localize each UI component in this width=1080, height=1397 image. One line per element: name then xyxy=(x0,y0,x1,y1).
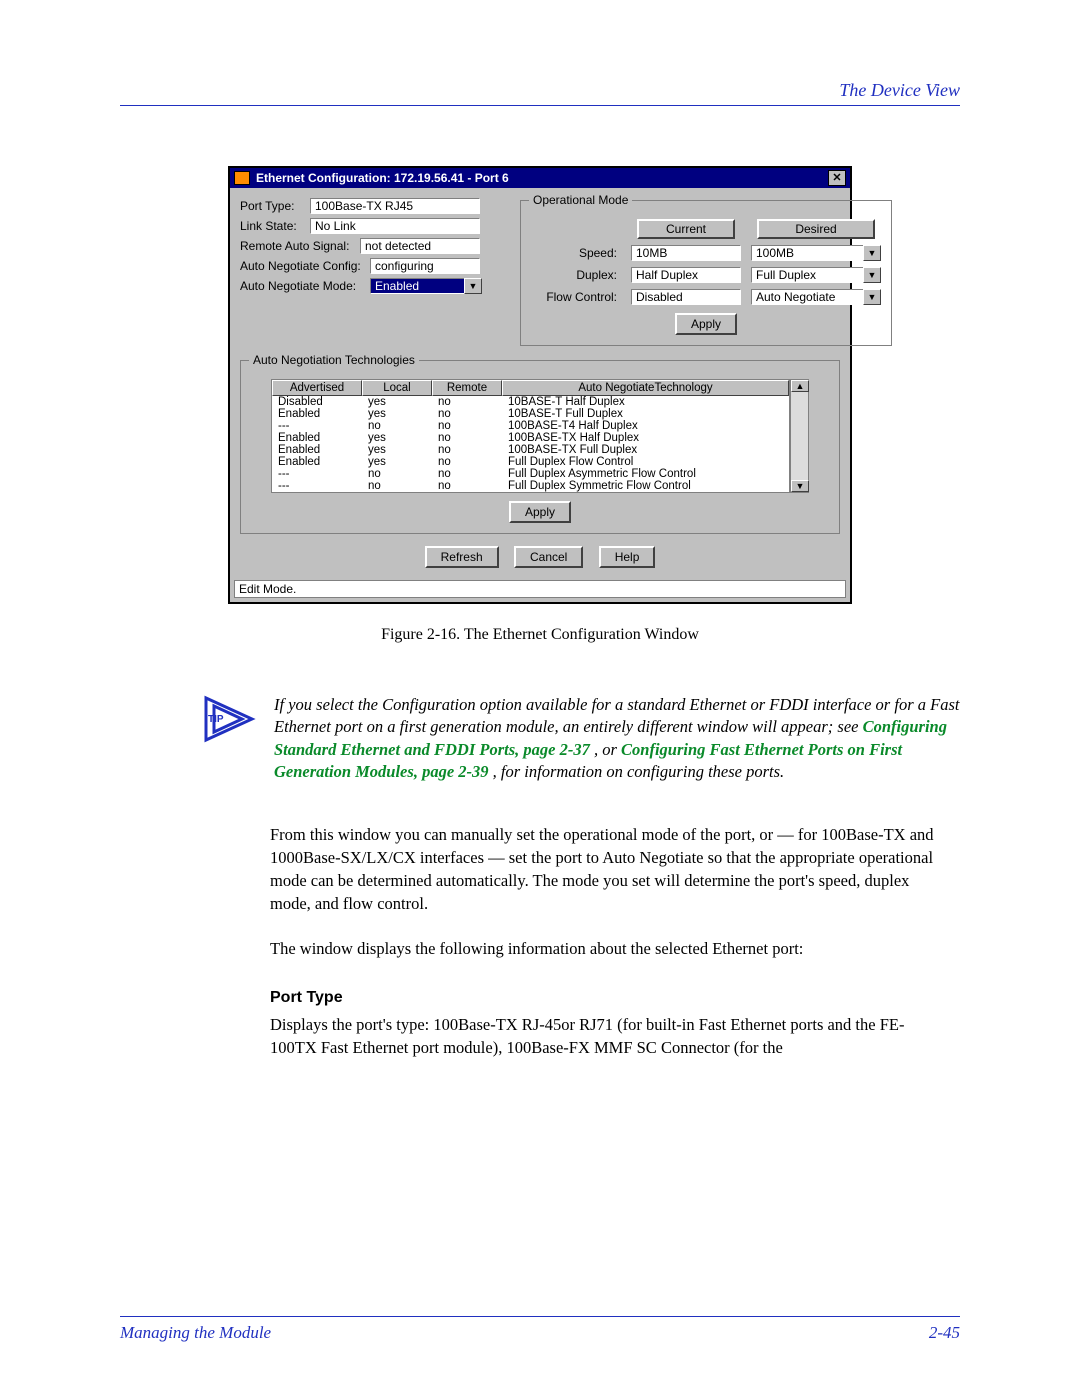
auto-neg-mode-select[interactable]: Enabled ▼ xyxy=(370,278,482,294)
auto-neg-mode-value: Enabled xyxy=(370,278,464,294)
neg-tech-header: Advertised Local Remote Auto NegotiateTe… xyxy=(272,380,789,396)
auto-neg-tech-group: Auto Negotiation Technologies Advertised… xyxy=(240,360,840,534)
status-bar: Edit Mode. xyxy=(234,580,846,598)
table-row[interactable]: Enabledyesno100BASE-TX Half Duplex xyxy=(272,432,789,444)
chevron-down-icon[interactable]: ▼ xyxy=(464,278,482,294)
desired-header: Desired xyxy=(757,219,875,239)
table-row[interactable]: Enabledyesno10BASE-T Full Duplex xyxy=(272,408,789,420)
page-number: 2-45 xyxy=(929,1323,960,1343)
col-tech[interactable]: Auto NegotiateTechnology xyxy=(502,380,789,396)
flow-label: Flow Control: xyxy=(531,290,621,304)
auto-neg-mode-label: Auto Negotiate Mode: xyxy=(240,279,370,293)
operational-mode-group: Operational Mode Current Desired Speed: … xyxy=(520,200,892,346)
col-local[interactable]: Local xyxy=(362,380,432,396)
scrollbar[interactable]: ▲ ▼ xyxy=(790,379,809,493)
link-state-value: No Link xyxy=(310,218,480,234)
table-row[interactable]: Enabledyesno100BASE-TX Full Duplex xyxy=(272,444,789,456)
auto-neg-tech-title: Auto Negotiation Technologies xyxy=(249,353,419,367)
table-row[interactable]: ---nono100BASE-T4 Half Duplex xyxy=(272,420,789,432)
chevron-down-icon[interactable]: ▼ xyxy=(863,267,881,283)
ethernet-config-window: Ethernet Configuration: 172.19.56.41 - P… xyxy=(228,166,852,604)
speed-desired-select[interactable]: 100MB ▼ xyxy=(751,245,881,261)
body-paragraph: Displays the port's type: 100Base-TX RJ-… xyxy=(270,1013,950,1059)
tip-text: If you select the Configuration option a… xyxy=(274,694,960,783)
header-section-title: The Device View xyxy=(120,80,960,106)
col-remote[interactable]: Remote xyxy=(432,380,502,396)
duplex-desired-value: Full Duplex xyxy=(751,267,863,283)
close-icon[interactable]: ✕ xyxy=(828,170,846,186)
help-button[interactable]: Help xyxy=(599,546,656,568)
port-type-label: Port Type: xyxy=(240,199,310,213)
operational-mode-title: Operational Mode xyxy=(529,193,632,207)
chevron-down-icon[interactable]: ▼ xyxy=(863,245,881,261)
footer-left: Managing the Module xyxy=(120,1323,271,1343)
duplex-desired-select[interactable]: Full Duplex ▼ xyxy=(751,267,881,283)
body-paragraph: From this window you can manually set th… xyxy=(270,823,950,915)
scroll-down-icon[interactable]: ▼ xyxy=(791,480,809,492)
table-row[interactable]: ---nonoFull Duplex Symmetric Flow Contro… xyxy=(272,480,789,492)
duplex-label: Duplex: xyxy=(531,268,621,282)
speed-label: Speed: xyxy=(531,246,621,260)
tip-icon: TIP xyxy=(200,694,256,750)
chevron-down-icon[interactable]: ▼ xyxy=(863,289,881,305)
auto-neg-config-label: Auto Negotiate Config: xyxy=(240,259,370,273)
speed-desired-value: 100MB xyxy=(751,245,863,261)
speed-current: 10MB xyxy=(631,245,741,261)
port-type-value: 100Base-TX RJ45 xyxy=(310,198,480,214)
remote-auto-signal-value: not detected xyxy=(360,238,480,254)
titlebar-icon xyxy=(234,171,250,185)
window-title: Ethernet Configuration: 172.19.56.41 - P… xyxy=(256,171,828,185)
link-state-label: Link State: xyxy=(240,219,310,233)
apply-neg-button[interactable]: Apply xyxy=(509,501,571,523)
body-paragraph: The window displays the following inform… xyxy=(270,937,950,960)
duplex-current: Half Duplex xyxy=(631,267,741,283)
current-header: Current xyxy=(637,219,735,239)
apply-opmode-button[interactable]: Apply xyxy=(675,313,737,335)
titlebar[interactable]: Ethernet Configuration: 172.19.56.41 - P… xyxy=(230,168,850,188)
col-advertised[interactable]: Advertised xyxy=(272,380,362,396)
table-row[interactable]: ---nonoFull Duplex Asymmetric Flow Contr… xyxy=(272,468,789,480)
neg-tech-table[interactable]: Advertised Local Remote Auto NegotiateTe… xyxy=(271,379,790,493)
flow-current: Disabled xyxy=(631,289,741,305)
section-heading-port-type: Port Type xyxy=(270,989,950,1007)
remote-auto-signal-label: Remote Auto Signal: xyxy=(240,239,360,253)
refresh-button[interactable]: Refresh xyxy=(425,546,499,568)
scroll-track[interactable] xyxy=(791,392,808,480)
cancel-button[interactable]: Cancel xyxy=(514,546,583,568)
figure-caption: Figure 2-16. The Ethernet Configuration … xyxy=(120,626,960,644)
flow-desired-select[interactable]: Auto Negotiate ▼ xyxy=(751,289,881,305)
auto-neg-config-value: configuring xyxy=(370,258,480,274)
table-row[interactable]: Disabledyesno10BASE-T Half Duplex xyxy=(272,396,789,408)
flow-desired-value: Auto Negotiate xyxy=(751,289,863,305)
table-row[interactable]: EnabledyesnoFull Duplex Flow Control xyxy=(272,456,789,468)
scroll-up-icon[interactable]: ▲ xyxy=(791,380,809,392)
tip-badge: TIP xyxy=(208,714,224,725)
